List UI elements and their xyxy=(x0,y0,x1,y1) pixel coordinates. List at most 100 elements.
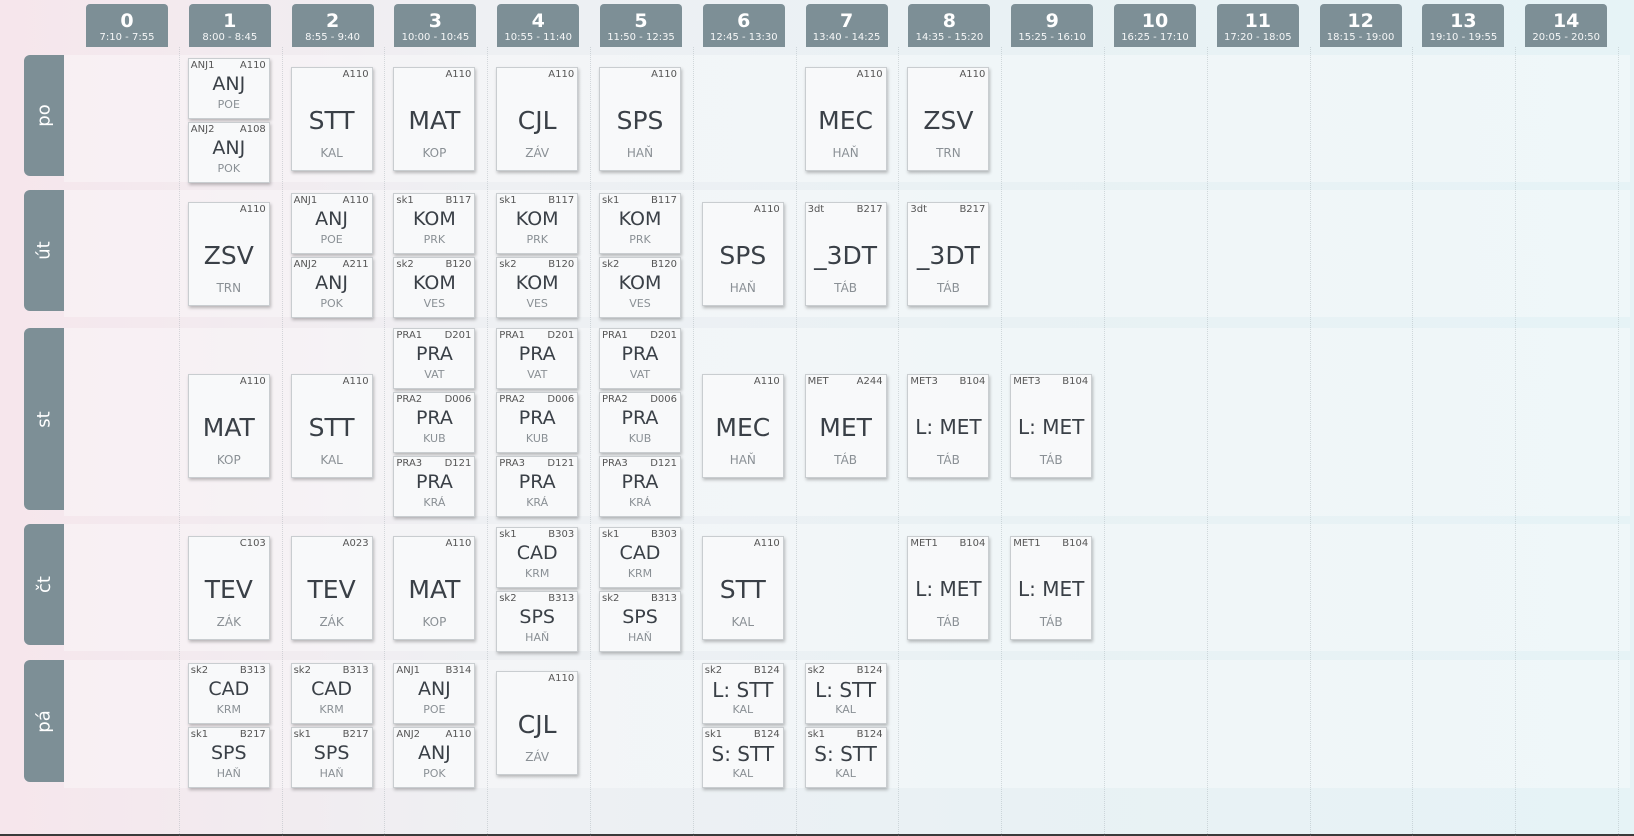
lesson-room: B303 xyxy=(651,529,677,540)
lesson-room: A110 xyxy=(239,204,266,215)
lesson-card[interactable]: sk2 B313 CAD KRM xyxy=(187,663,270,724)
lesson-card[interactable]: 3dt B217 _3DT TÁB xyxy=(907,202,990,306)
hour-header-6: 6 12:45 - 13:30 xyxy=(702,4,785,47)
lesson-group: sk1 xyxy=(396,195,414,206)
column-separator xyxy=(1412,47,1414,836)
lesson-teacher: ZÁK xyxy=(319,615,344,629)
lesson-card[interactable]: ANJ1 A110 ANJ POE xyxy=(187,58,270,119)
lesson-card[interactable]: sk1 B303 CAD KRM xyxy=(599,527,681,588)
lesson-group: PRA1 xyxy=(499,330,525,341)
lesson-card[interactable]: sk1 B124 S: STT KAL xyxy=(804,727,887,788)
lesson-subject: _3DT xyxy=(916,241,980,270)
lesson-room: A110 xyxy=(342,195,369,206)
lesson-card[interactable]: sk2 B313 CAD KRM xyxy=(290,663,373,724)
lesson-teacher: KAL xyxy=(732,767,754,780)
lesson-card[interactable]: MET1 B104 L: MET TÁB xyxy=(1010,536,1093,640)
lesson-teacher: TÁB xyxy=(834,453,858,467)
lesson-room: A110 xyxy=(856,69,883,80)
lesson-card[interactable]: sk1 B303 CAD KRM xyxy=(496,527,579,588)
lesson-card[interactable]: sk1 B217 SPS HAŇ xyxy=(290,727,373,788)
lesson-subject: L: MET xyxy=(915,577,982,601)
day-label-text: út xyxy=(33,241,55,260)
lesson-card[interactable]: A110 STT KAL xyxy=(290,374,373,478)
lesson-card[interactable]: sk2 B120 KOM VES xyxy=(393,257,476,318)
lesson-card[interactable]: PRA3 D121 PRA KRÁ xyxy=(496,456,579,517)
lesson-card[interactable]: A110 SPS HAŇ xyxy=(599,67,681,171)
lesson-subject: L: STT xyxy=(815,678,877,702)
lesson-card[interactable]: MET A244 MET TÁB xyxy=(804,374,887,478)
lesson-subject: PRA xyxy=(621,471,659,493)
lesson-card[interactable]: A110 SPS HAŇ xyxy=(701,202,784,306)
column-separator xyxy=(1206,47,1208,836)
lesson-card[interactable]: sk2 B124 L: STT KAL xyxy=(804,663,887,724)
hour-number: 6 xyxy=(737,10,751,32)
lesson-card[interactable]: A110 STT KAL xyxy=(701,536,784,640)
lesson-card[interactable]: A110 CJL ZÁV xyxy=(496,671,579,775)
lesson-card[interactable]: A110 MAT KOP xyxy=(187,374,270,478)
lesson-card[interactable]: sk1 B117 KOM PRK xyxy=(599,193,681,254)
lesson-card[interactable]: PRA2 D006 PRA KUB xyxy=(496,392,579,453)
lesson-card[interactable]: PRA1 D201 PRA VAT xyxy=(496,328,579,389)
lesson-card[interactable]: A110 MAT KOP xyxy=(393,536,476,640)
lesson-card[interactable]: sk2 B313 SPS HAŇ xyxy=(599,591,681,652)
lesson-room: B303 xyxy=(548,529,575,540)
lesson-group: sk2 xyxy=(499,593,517,604)
lesson-card[interactable]: sk2 B313 SPS HAŇ xyxy=(496,591,579,652)
lesson-card[interactable]: 3dt B217 _3DT TÁB xyxy=(804,202,887,306)
lesson-card[interactable]: ANJ1 B314 ANJ POE xyxy=(393,663,476,724)
lesson-card[interactable]: A110 STT KAL xyxy=(290,67,373,171)
hour-number: 1 xyxy=(223,10,237,32)
lesson-card[interactable]: A110 ZSV TRN xyxy=(187,202,270,306)
lesson-card[interactable]: sk1 B217 SPS HAŇ xyxy=(187,727,270,788)
lesson-card[interactable]: sk1 B117 KOM PRK xyxy=(496,193,579,254)
lesson-subject: PRA xyxy=(518,471,556,493)
lesson-card[interactable]: PRA2 D006 PRA KUB xyxy=(599,392,681,453)
lesson-subject: ANJ xyxy=(417,742,451,764)
lesson-group: ANJ2 xyxy=(190,124,215,135)
lesson-teacher: KAL xyxy=(320,453,343,467)
lesson-card[interactable]: A110 MEC HAŇ xyxy=(701,374,784,478)
lesson-card[interactable]: sk1 B117 KOM PRK xyxy=(393,193,476,254)
lesson-card[interactable]: A110 CJL ZÁV xyxy=(496,67,579,171)
lesson-card[interactable]: A110 MEC HAŇ xyxy=(804,67,887,171)
lesson-subject: PRA xyxy=(415,343,453,365)
lesson-room: A110 xyxy=(651,69,677,80)
hour-number: 5 xyxy=(634,10,648,32)
lesson-card[interactable]: sk2 B120 KOM VES xyxy=(599,257,681,318)
lesson-card[interactable]: sk2 B124 L: STT KAL xyxy=(701,663,784,724)
lesson-card[interactable]: MET3 B104 L: MET TÁB xyxy=(1010,374,1093,478)
lesson-card[interactable]: ANJ2 A110 ANJ POK xyxy=(393,727,476,788)
day-row-0: po ANJ1 A110 ANJ POE ANJ2 A108 ANJ POK A110 STT KAL… xyxy=(0,55,1634,183)
lesson-card[interactable]: ANJ2 A108 ANJ POK xyxy=(187,122,270,183)
lesson-subject: PRA xyxy=(518,407,556,429)
column-separator xyxy=(178,47,180,836)
lesson-card[interactable]: PRA3 D121 PRA KRÁ xyxy=(599,456,681,517)
lesson-card[interactable]: PRA1 D201 PRA VAT xyxy=(599,328,681,389)
lesson-card[interactable]: C103 TEV ZÁK xyxy=(187,536,270,640)
lesson-card[interactable]: sk2 B120 KOM VES xyxy=(496,257,579,318)
lesson-room: B120 xyxy=(548,259,575,270)
lesson-card[interactable]: PRA2 D006 PRA KUB xyxy=(393,392,476,453)
lesson-subject: L: MET xyxy=(1018,577,1085,601)
lesson-room: A110 xyxy=(753,538,780,549)
lesson-card[interactable]: MET1 B104 L: MET TÁB xyxy=(907,536,990,640)
lesson-card[interactable]: ANJ2 A211 ANJ POK xyxy=(290,257,373,318)
hour-time: 8:00 - 8:45 xyxy=(202,32,258,43)
lesson-card[interactable]: MET3 B104 L: MET TÁB xyxy=(907,374,990,478)
lesson-card[interactable]: ANJ1 A110 ANJ POE xyxy=(290,193,373,254)
lesson-card[interactable]: sk1 B124 S: STT KAL xyxy=(701,727,784,788)
lesson-group: PRA2 xyxy=(499,394,525,405)
lesson-card[interactable]: A110 ZSV TRN xyxy=(907,67,990,171)
column-separator xyxy=(1104,47,1105,836)
lesson-card[interactable]: A023 TEV ZÁK xyxy=(290,536,373,640)
hour-number: 2 xyxy=(325,10,340,32)
column-separator xyxy=(1001,47,1003,836)
lesson-card[interactable]: PRA1 D201 PRA VAT xyxy=(393,328,476,389)
lesson-subject: TEV xyxy=(307,575,356,604)
hour-time: 13:40 - 14:25 xyxy=(812,32,881,43)
column-separator xyxy=(795,47,797,836)
hour-time: 17:20 - 18:05 xyxy=(1223,32,1292,43)
lesson-teacher: KOP xyxy=(216,453,241,467)
lesson-card[interactable]: PRA3 D121 PRA KRÁ xyxy=(393,456,476,517)
lesson-card[interactable]: A110 MAT KOP xyxy=(393,67,476,171)
